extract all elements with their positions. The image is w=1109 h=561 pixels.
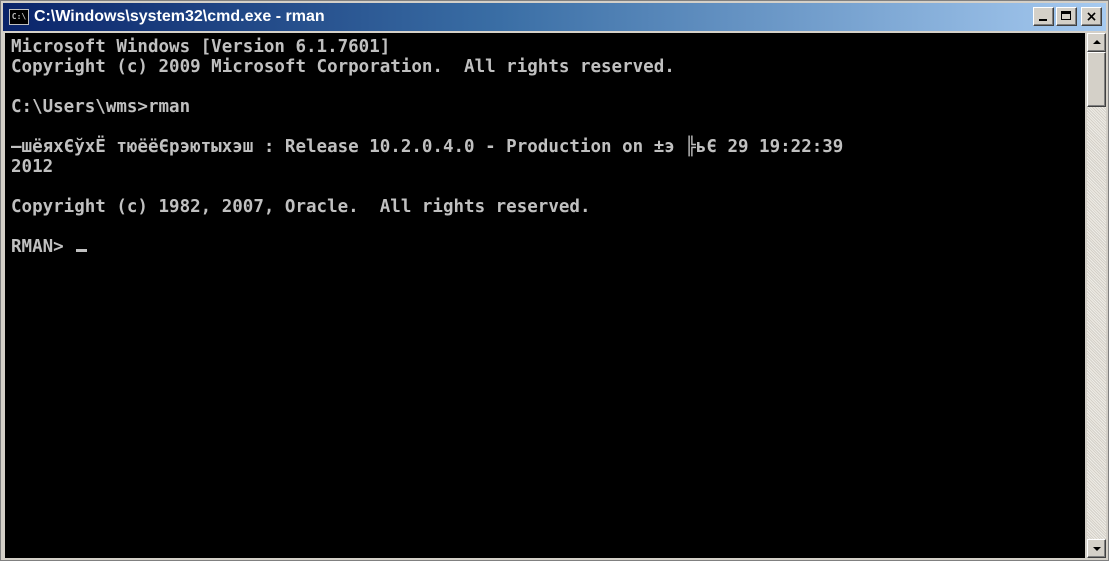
- console-prompt-line[interactable]: RMAN>: [11, 237, 1085, 257]
- console-line: Copyright (c) 1982, 2007, Oracle. All ri…: [11, 197, 591, 217]
- window-title: C:\Windows\system32\cmd.exe - rman: [34, 8, 325, 25]
- minimize-icon: [1039, 19, 1047, 21]
- minimize-button[interactable]: [1033, 7, 1054, 26]
- console-line: C:\Users\wms>rman: [11, 97, 191, 117]
- close-button[interactable]: ×: [1081, 7, 1102, 26]
- scroll-down-button[interactable]: [1087, 539, 1106, 558]
- vertical-scrollbar[interactable]: [1087, 33, 1106, 558]
- window-controls: ×: [1033, 7, 1102, 26]
- console-line: Copyright (c) 2009 Microsoft Corporation…: [11, 57, 675, 77]
- maximize-button[interactable]: [1056, 7, 1077, 26]
- cmd-window: C:\ C:\Windows\system32\cmd.exe - rman ×…: [0, 0, 1109, 561]
- maximize-icon: [1061, 11, 1071, 20]
- console-line: Microsoft Windows [Version 6.1.7601]: [11, 37, 391, 57]
- close-icon: ×: [1085, 8, 1098, 25]
- console-output[interactable]: Microsoft Windows [Version 6.1.7601] Cop…: [5, 33, 1085, 558]
- scroll-up-button[interactable]: [1087, 33, 1106, 52]
- text-cursor: [76, 249, 88, 252]
- title-bar[interactable]: C:\ C:\Windows\system32\cmd.exe - rman ×: [3, 3, 1106, 31]
- arrow-up-icon: [1093, 40, 1101, 44]
- console-line: —шёяхЄўхЁ тюёёЄрэютыхэш : Release 10.2.0…: [11, 137, 844, 157]
- arrow-down-icon: [1093, 547, 1101, 551]
- rman-prompt: RMAN>: [11, 237, 75, 257]
- console-line: 2012: [11, 157, 54, 177]
- scrollbar-thumb[interactable]: [1087, 52, 1106, 107]
- cmd-icon[interactable]: C:\: [9, 9, 29, 25]
